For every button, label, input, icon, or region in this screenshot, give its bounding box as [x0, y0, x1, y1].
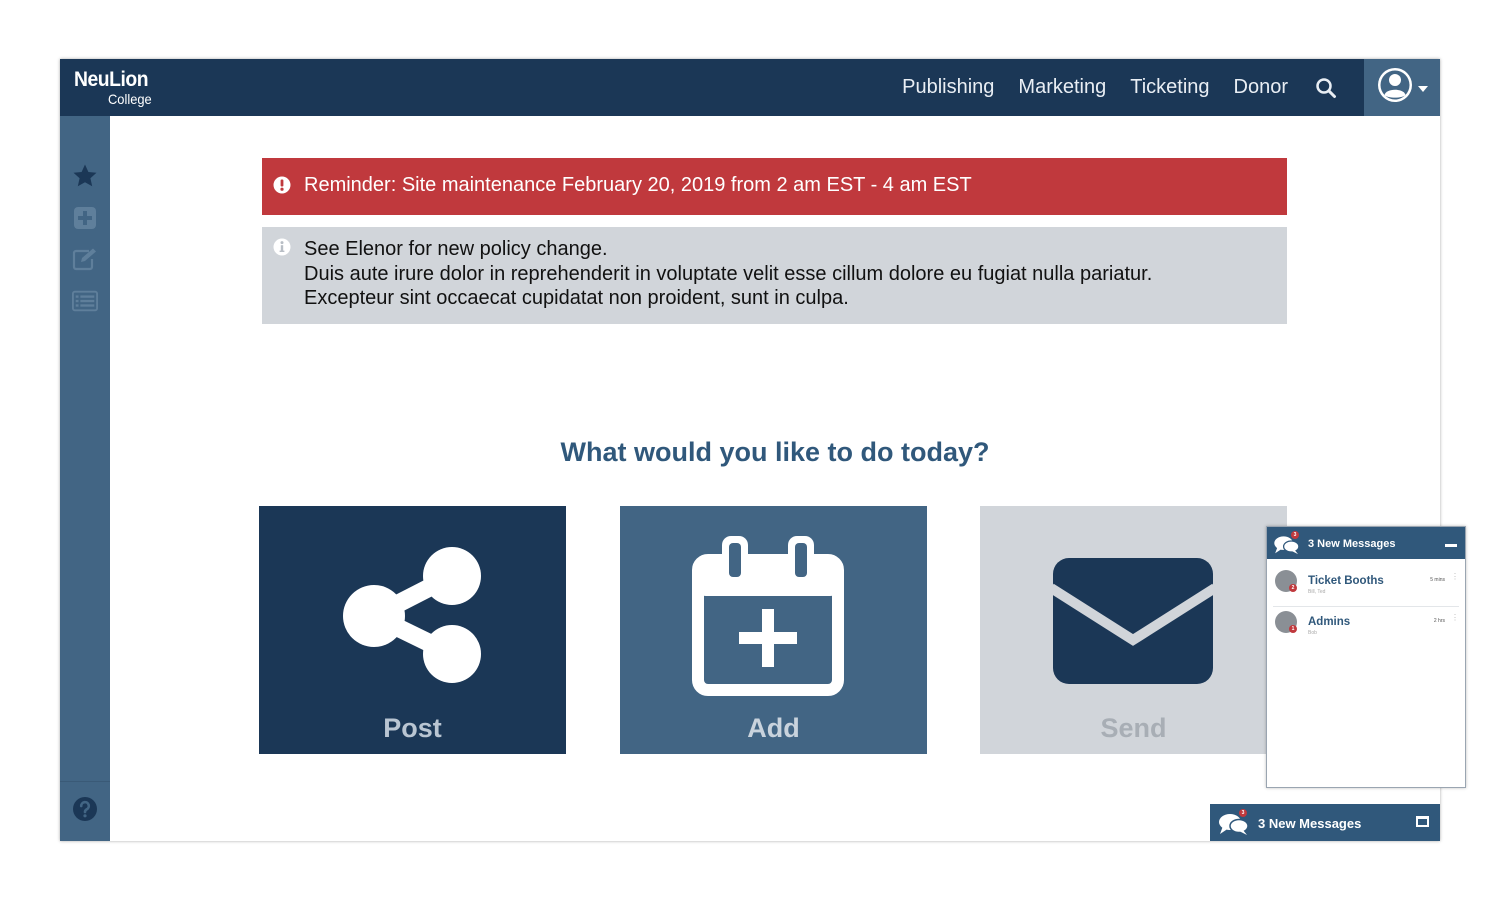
post-tile-label: Post [383, 713, 442, 743]
search-icon[interactable] [1314, 76, 1338, 100]
chat-popup-header: 3 3 New Messages [1267, 527, 1465, 559]
list-icon[interactable] [72, 288, 98, 314]
page-heading: What would you like to do today? [560, 437, 990, 467]
edit-icon[interactable] [72, 246, 98, 272]
unread-badge: 1 [1289, 625, 1297, 633]
chevron-down-icon [1418, 79, 1428, 97]
conversation-item[interactable]: 1 Admins Bob 2 hrs ⋮ [1273, 608, 1459, 648]
calendar-plus-icon [692, 534, 844, 701]
logo[interactable]: NeuLion College [74, 69, 155, 106]
chat-popup-badge: 3 [1291, 531, 1299, 539]
plus-square-icon[interactable] [72, 205, 98, 231]
info-circle-icon [273, 238, 291, 261]
nav-donor[interactable]: Donor [1234, 76, 1288, 99]
send-tile-label: Send [1100, 713, 1167, 743]
conversation-name: Ticket Booths [1308, 575, 1384, 587]
star-icon[interactable] [72, 163, 98, 189]
info-alert-line2: Duis aute irure dolor in reprehenderit i… [304, 262, 1153, 310]
info-alert-line1: See Elenor for new policy change. [304, 238, 608, 260]
maintenance-alert-text: Reminder: Site maintenance February 20, … [304, 174, 972, 196]
unread-badge: 2 [1289, 584, 1297, 592]
maximize-icon[interactable] [1416, 816, 1429, 827]
chat-bar[interactable]: 3 3 New Messages [1210, 804, 1440, 841]
sidebar [60, 116, 110, 841]
app-window: NeuLion College Publishing Marketing Tic… [60, 59, 1440, 841]
conversation-time: 5 mins [1430, 577, 1445, 583]
post-tile[interactable]: Post [259, 506, 566, 754]
add-tile-label: Add [747, 713, 800, 743]
chat-popup: 3 3 New Messages 2 Ticket Booths Bill, T… [1266, 526, 1466, 788]
exclamation-circle-icon [273, 176, 291, 199]
nav-publishing[interactable]: Publishing [902, 76, 994, 99]
conversation-members: Bob [1308, 630, 1317, 636]
sidebar-divider [60, 781, 110, 782]
conversation-time: 2 hrs [1433, 618, 1445, 624]
logo-subtitle: College [108, 91, 152, 107]
main-nav: Publishing Marketing Ticketing Donor [902, 59, 1440, 116]
minimize-icon[interactable] [1445, 544, 1457, 547]
info-alert: See Elenor for new policy change. Duis a… [262, 227, 1287, 324]
chat-popup-title: 3 New Messages [1308, 538, 1396, 550]
avatar: 1 [1275, 611, 1297, 633]
nav-ticketing[interactable]: Ticketing [1130, 76, 1209, 99]
envelope-icon [1048, 556, 1218, 691]
top-bar: NeuLion College Publishing Marketing Tic… [60, 59, 1440, 116]
chat-bar-label: 3 New Messages [1258, 816, 1362, 831]
more-vertical-icon[interactable]: ⋮ [1451, 573, 1459, 585]
help-icon[interactable] [72, 796, 98, 822]
avatar: 2 [1275, 570, 1297, 592]
user-circle-icon [1376, 66, 1414, 109]
user-menu-button[interactable] [1364, 59, 1440, 116]
info-alert-text: See Elenor for new policy change. Duis a… [304, 237, 1164, 311]
nav-marketing[interactable]: Marketing [1018, 76, 1106, 99]
logo-brand: NeuLion [74, 68, 149, 91]
chat-bar-badge: 3 [1239, 809, 1247, 817]
conversation-name: Admins [1308, 616, 1351, 628]
send-tile[interactable]: Send [980, 506, 1287, 754]
more-vertical-icon[interactable]: ⋮ [1451, 614, 1459, 626]
share-icon [342, 544, 484, 691]
conversation-members: Bill, Ted [1308, 589, 1326, 595]
conversation-item[interactable]: 2 Ticket Booths Bill, Ted 5 mins ⋮ [1273, 567, 1459, 607]
maintenance-alert: Reminder: Site maintenance February 20, … [262, 158, 1287, 215]
add-tile[interactable]: Add [620, 506, 927, 754]
